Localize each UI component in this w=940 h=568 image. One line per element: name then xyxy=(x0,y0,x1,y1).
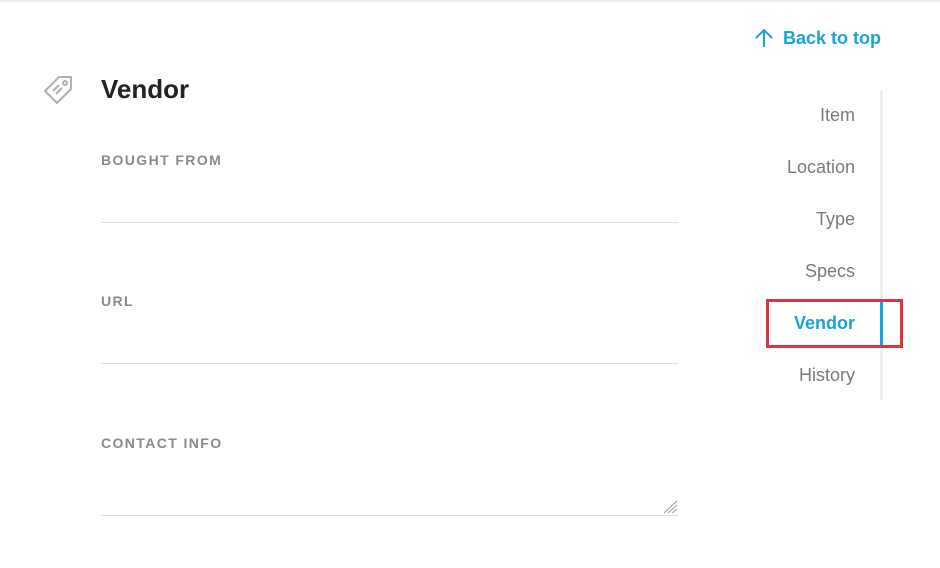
contact-info-field: CONTACT INFO xyxy=(101,435,678,516)
back-to-top-label[interactable]: Back to top xyxy=(783,28,881,49)
nav-item-specs[interactable]: Specs xyxy=(805,261,855,282)
nav-item-location[interactable]: Location xyxy=(787,157,855,178)
bought-from-label: BOUGHT FROM xyxy=(101,152,223,168)
contact-info-textarea[interactable] xyxy=(101,469,678,516)
resize-handle-icon[interactable] xyxy=(660,500,678,514)
bought-from-field: BOUGHT FROM xyxy=(101,152,678,223)
url-label: URL xyxy=(101,293,134,309)
url-field: URL xyxy=(101,293,678,364)
arrow-up-icon xyxy=(755,28,773,47)
price-tag-icon xyxy=(44,76,72,104)
nav-track xyxy=(880,90,883,400)
contact-info-label: CONTACT INFO xyxy=(101,435,223,451)
nav-item-item[interactable]: Item xyxy=(820,105,855,126)
section-title: Vendor xyxy=(101,74,190,104)
nav-item-history[interactable]: History xyxy=(799,365,855,386)
highlight-box xyxy=(766,299,903,348)
nav-item-type[interactable]: Type xyxy=(816,209,855,230)
url-input[interactable] xyxy=(101,327,678,364)
top-divider xyxy=(0,0,940,2)
section-nav: Item Location Type Specs Vendor History xyxy=(740,90,883,400)
back-to-top-link[interactable]: Back to top xyxy=(753,27,881,49)
bought-from-input[interactable] xyxy=(101,186,678,223)
vendor-form-page: Back to top Vendor BOUGHT FROM URL CONTA… xyxy=(0,0,940,568)
